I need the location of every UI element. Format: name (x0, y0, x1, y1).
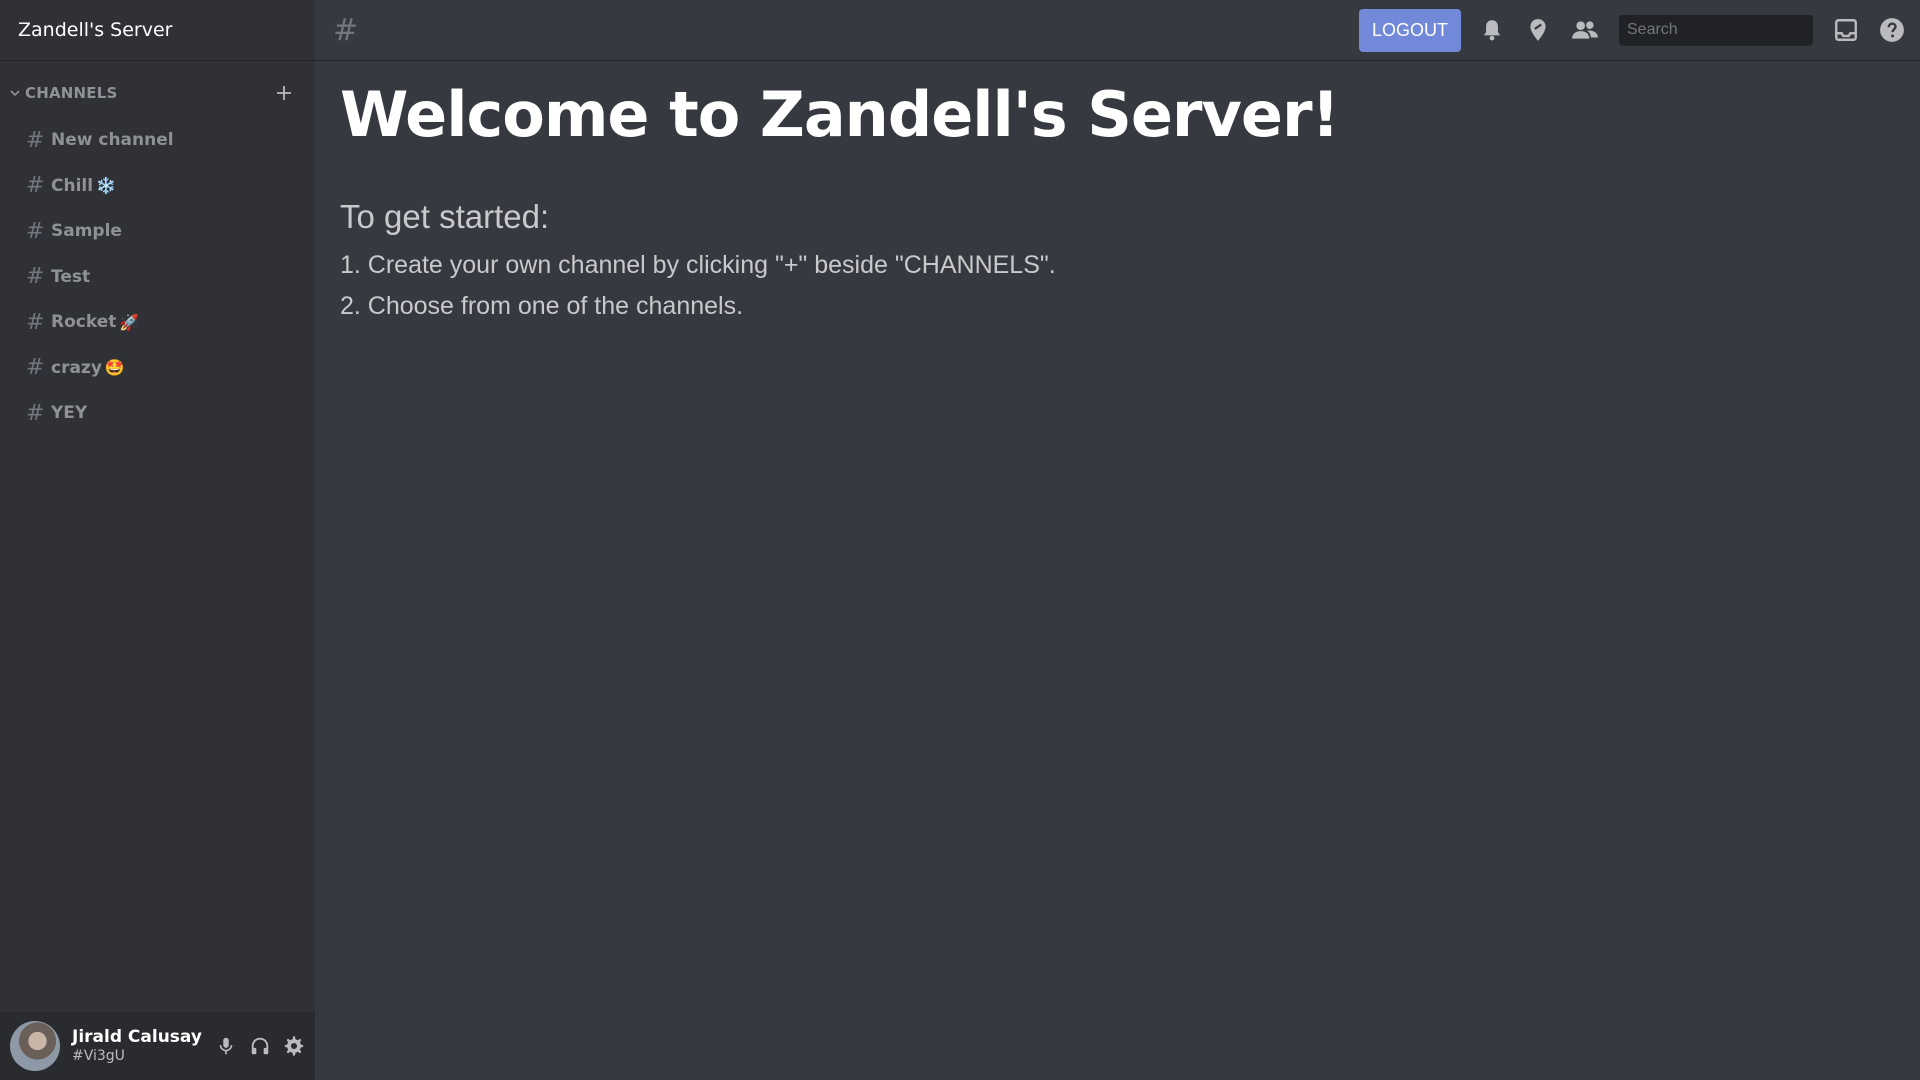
hashtag-icon: # (26, 264, 45, 289)
instruction-step: 2. Choose from one of the channels. (340, 292, 744, 320)
channel-item[interactable]: # New channel (0, 120, 315, 160)
inbox-icon[interactable] (1833, 17, 1859, 43)
channel-name: Rocket (51, 312, 117, 332)
channel-list: # New channel # Chill ❄️ # Sample # Test… (0, 120, 315, 439)
hashtag-icon: # (26, 218, 45, 244)
channel-name: New channel (51, 130, 174, 150)
getting-started-heading: To get started: (340, 198, 550, 235)
channel-name: Chill (51, 175, 94, 196)
channel-name: Sample (51, 221, 122, 241)
search-bar (1619, 14, 1834, 46)
username: Jirald Calusay (72, 1027, 202, 1047)
channel-name: crazy (51, 357, 102, 378)
channel-item[interactable]: # Rocket 🚀 (0, 302, 315, 342)
top-actions: LOGOUT (1359, 8, 1905, 52)
hashtag-icon: # (333, 12, 359, 48)
channel-emoji: 🤩 (104, 358, 125, 377)
channel-emoji: ❄️ (96, 176, 116, 195)
welcome-content: Welcome to Zandell's Server! To get star… (340, 62, 1900, 327)
instruction-list: 1. Create your own channel by clicking "… (340, 245, 1900, 327)
avatar[interactable] (10, 1021, 60, 1071)
hashtag-icon: # (26, 309, 45, 335)
channel-name: YEY (51, 403, 88, 423)
server-name-header[interactable]: Zandell's Server (0, 0, 315, 61)
hashtag-icon: # (26, 355, 45, 380)
microphone-icon[interactable] (215, 1035, 237, 1057)
channels-category-header[interactable]: CHANNELS (0, 77, 315, 109)
user-controls (215, 1035, 305, 1057)
channel-emoji: 🚀 (119, 312, 140, 332)
gear-icon[interactable] (283, 1035, 305, 1057)
page-title: Welcome to Zandell's Server! (340, 78, 1340, 151)
add-channel-icon[interactable] (275, 84, 293, 102)
instruction-step: 1. Create your own channel by clicking "… (340, 251, 1056, 279)
help-icon[interactable] (1879, 17, 1905, 43)
channel-item[interactable]: # YEY (0, 393, 315, 433)
user-info[interactable]: Jirald Calusay #Vi3gU (72, 1027, 202, 1065)
pin-icon[interactable] (1525, 17, 1551, 43)
user-tag: #Vi3gU (72, 1048, 125, 1064)
channel-name: Test (51, 266, 91, 287)
bell-icon[interactable] (1479, 17, 1505, 43)
channel-item[interactable]: # Sample (0, 211, 315, 251)
hashtag-icon: # (26, 173, 45, 198)
channel-item[interactable]: # crazy 🤩 (0, 348, 315, 388)
members-icon[interactable] (1571, 17, 1599, 43)
hashtag-icon: # (26, 127, 45, 153)
hashtag-icon: # (26, 400, 45, 426)
headphones-icon[interactable] (249, 1035, 271, 1057)
server-name: Zandell's Server (18, 19, 173, 41)
chevron-down-icon[interactable] (10, 88, 20, 98)
channel-item[interactable]: # Test (0, 257, 315, 297)
logout-button[interactable]: LOGOUT (1359, 8, 1461, 52)
top-bar: # LOGOUT (315, 0, 1920, 61)
user-panel: Jirald Calusay #Vi3gU (0, 1012, 315, 1080)
channel-item[interactable]: # Chill ❄️ (0, 166, 315, 206)
channel-sidebar: Zandell's Server CHANNELS # New channel … (0, 0, 315, 1080)
search-input[interactable] (1627, 21, 1834, 39)
channels-category-label: CHANNELS (25, 84, 118, 102)
